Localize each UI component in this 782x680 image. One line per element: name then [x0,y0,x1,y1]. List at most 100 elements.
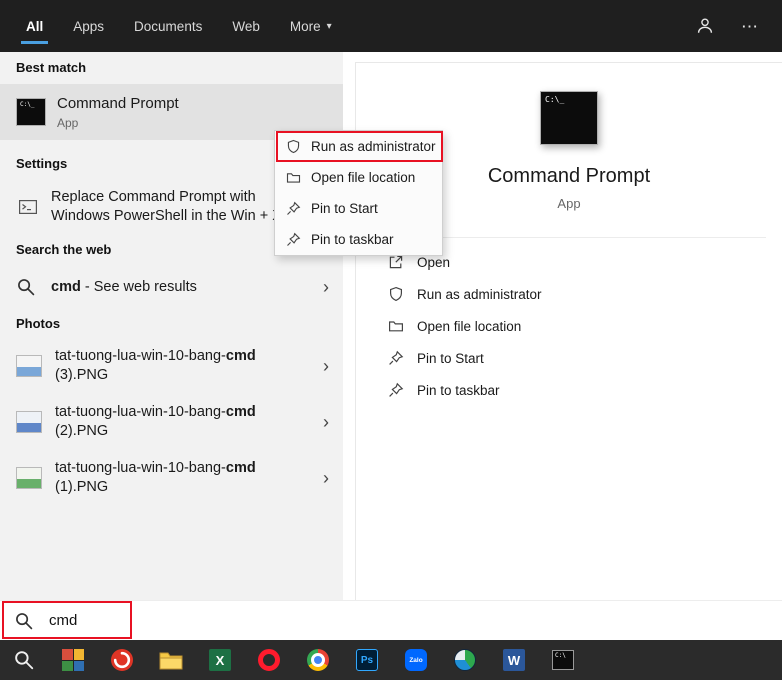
taskbar-file-explorer[interactable] [159,648,183,672]
menu-pin-to-start[interactable]: Pin to Start [275,193,442,224]
photo-thumbnail [16,411,42,433]
taskbar-excel[interactable]: X [208,648,232,672]
active-tab-indicator [21,41,49,44]
preview-actions: Open Run as administrator Open file loca… [356,246,782,406]
tab-more-label: More [289,18,321,34]
menu-pin-to-taskbar[interactable]: Pin to taskbar [275,224,442,255]
chevron-right-icon[interactable]: › [323,469,329,487]
chevron-right-icon[interactable]: › [323,357,329,375]
grid-tile [62,649,73,660]
tab-more[interactable]: More ▾ [288,0,334,52]
best-match-header: Best match [16,60,87,75]
action-pin-to-start[interactable]: Pin to Start [356,342,782,374]
web-search-result[interactable]: cmd - See web results › [0,264,343,310]
photo-result-1[interactable]: tat-tuong-lua-win-10-bang-cmd (3).PNG › [0,338,343,394]
menu-open-file-location[interactable]: Open file location [275,162,442,193]
tab-web-label: Web [232,18,260,34]
search-input[interactable] [47,611,271,630]
search-flyout: All Apps Documents Web More ▾ ⋯ Best mat… [0,0,782,680]
more-options-button[interactable]: ⋯ [741,18,760,35]
best-match-subtitle: App [57,116,79,130]
command-prompt-icon: C:\_ [16,98,46,126]
pin-icon [286,232,301,247]
tab-web[interactable]: Web [230,0,262,52]
command-prompt-icon: C:\ [552,650,574,670]
taskbar-opera[interactable] [257,648,281,672]
chrome-icon [307,649,329,671]
globe-browser-icon [454,649,476,671]
filter-tabs: All Apps Documents Web More ▾ [0,0,334,52]
photo-1-line2: (3).PNG [55,367,109,383]
excel-icon: X [209,649,231,671]
red-swirl-icon [111,649,133,671]
photoshop-icon: Ps [356,649,378,671]
taskbar-word[interactable]: W [502,648,526,672]
action-pin-to-taskbar[interactable]: Pin to taskbar [356,374,782,406]
action-run-as-admin-label: Run as administrator [417,286,542,302]
action-open-file-location-label: Open file location [417,318,522,334]
photo-2-line1: tat-tuong-lua-win-10-bang-cmd [55,403,256,422]
search-web-header: Search the web [16,242,112,257]
taskbar-chrome[interactable] [306,648,330,672]
account-icon [697,18,713,33]
photo-thumbnail [16,467,42,489]
web-search-label: cmd - See web results [51,278,197,297]
taskbar-zalo[interactable]: Zalo [404,648,428,672]
taskbar: X Ps Zalo W C:\ [0,640,782,680]
action-pin-to-start-label: Pin to Start [417,350,484,366]
photo-3-line1: tat-tuong-lua-win-10-bang-cmd [55,459,256,478]
context-menu: Run as administrator Open file location … [274,130,443,256]
action-pin-to-taskbar-label: Pin to taskbar [417,382,500,398]
menu-pin-to-taskbar-label: Pin to taskbar [311,232,394,247]
settings-result-text: Replace Command Prompt with Windows Powe… [51,188,282,226]
tab-all[interactable]: All [21,0,49,52]
photo-result-3-text: tat-tuong-lua-win-10-bang-cmd (1).PNG [55,459,256,497]
photo-3-prefix: tat-tuong-lua-win-10-bang- [55,460,226,476]
photos-header: Photos [16,316,61,331]
tab-apps-label: Apps [73,18,105,34]
tab-documents[interactable]: Documents [132,0,204,52]
photo-result-3[interactable]: tat-tuong-lua-win-10-bang-cmd (1).PNG › [0,450,343,506]
photo-2-line2: (2).PNG [55,423,109,439]
photo-result-2[interactable]: tat-tuong-lua-win-10-bang-cmd (2).PNG › [0,394,343,450]
admin-shield-icon [286,139,301,154]
photo-3-line2: (1).PNG [55,479,109,495]
taskbar-cmd[interactable]: C:\ [551,648,575,672]
tab-all-label: All [26,18,44,34]
search-icon [15,612,33,630]
chevron-right-icon[interactable]: › [323,278,329,296]
menu-run-as-admin-label: Run as administrator [311,139,436,154]
web-query: cmd [51,278,81,295]
search-bar [0,600,782,640]
admin-shield-icon [388,286,404,302]
taskbar-photo-grid-app[interactable] [61,648,85,672]
photo-3-match: cmd [225,460,256,476]
search-icon [17,278,35,296]
settings-result-line1: Replace Command Prompt with [51,189,256,205]
photo-grid-icon [62,649,84,671]
action-open-file-location[interactable]: Open file location [356,310,782,342]
taskbar-search-button[interactable] [12,648,36,672]
folder-icon [388,318,404,334]
folder-icon [159,652,183,670]
account-button[interactable] [695,16,715,36]
photo-thumbnail [16,355,42,377]
search-icon [14,650,34,670]
photo-2-prefix: tat-tuong-lua-win-10-bang- [55,404,226,420]
taskbar-photoshop[interactable]: Ps [355,648,379,672]
menu-run-as-admin[interactable]: Run as administrator [275,131,442,162]
web-query-rest: - See web results [80,278,197,295]
pin-icon [286,201,301,216]
taskbar-globe-browser[interactable] [453,648,477,672]
photo-result-1-text: tat-tuong-lua-win-10-bang-cmd (3).PNG [55,347,256,385]
best-match-title: Command Prompt [57,95,179,112]
tab-apps[interactable]: Apps [71,0,106,52]
chevron-right-icon[interactable]: › [323,413,329,431]
chrome-hub [311,653,325,667]
taskbar-red-swirl-app[interactable] [110,648,134,672]
grid-tile [73,649,84,660]
photo-1-match: cmd [225,348,256,364]
open-icon [388,254,404,270]
action-run-as-admin[interactable]: Run as administrator [356,278,782,310]
photo-result-2-text: tat-tuong-lua-win-10-bang-cmd (2).PNG [55,403,256,441]
